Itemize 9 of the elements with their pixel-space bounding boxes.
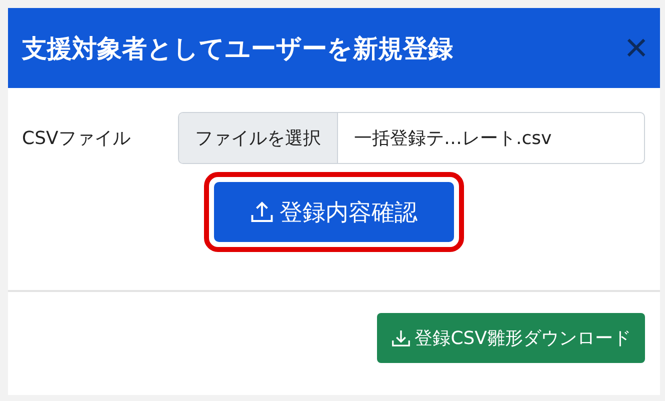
download-icon [390, 328, 411, 348]
confirm-button[interactable]: 登録内容確認 [214, 182, 454, 242]
field-label: CSVファイル [22, 127, 132, 150]
download-button[interactable]: 登録CSV雛形ダウンロード [376, 313, 645, 363]
file-input[interactable]: ファイルを選択 一括登録テ…レート.csv [178, 112, 645, 164]
choose-file-button[interactable]: ファイルを選択 [179, 113, 338, 163]
upload-icon [250, 200, 274, 224]
dialog-title: 支援対象者としてユーザーを新規登録 [22, 32, 453, 64]
file-name: 一括登録テ…レート.csv [353, 127, 553, 151]
